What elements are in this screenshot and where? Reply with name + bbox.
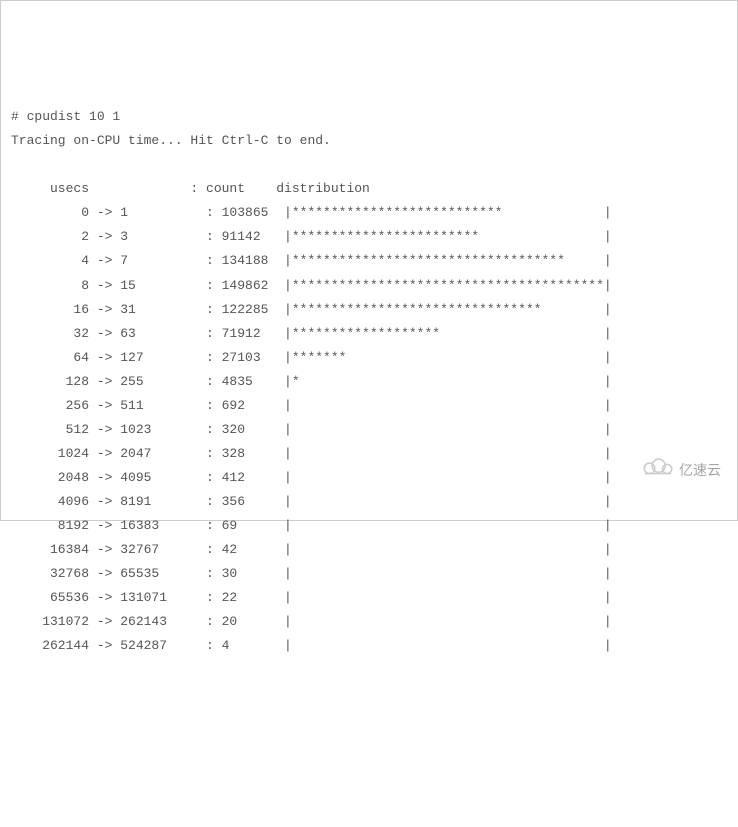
cloud-icon [610, 433, 675, 510]
command-text: cpudist 10 1 [27, 109, 121, 124]
terminal-output: # cpudist 10 1 Tracing on-CPU time... Hi… [11, 105, 727, 658]
status-line: Tracing on-CPU time... Hit Ctrl-C to end… [11, 133, 331, 148]
watermark-text: 亿速云 [679, 458, 721, 484]
watermark: 亿速云 [610, 433, 721, 510]
shell-prompt: # [11, 109, 27, 124]
histogram-header: usecs : count distribution [11, 181, 370, 196]
histogram-body: 0 -> 1 : 103865 |***********************… [11, 205, 612, 653]
